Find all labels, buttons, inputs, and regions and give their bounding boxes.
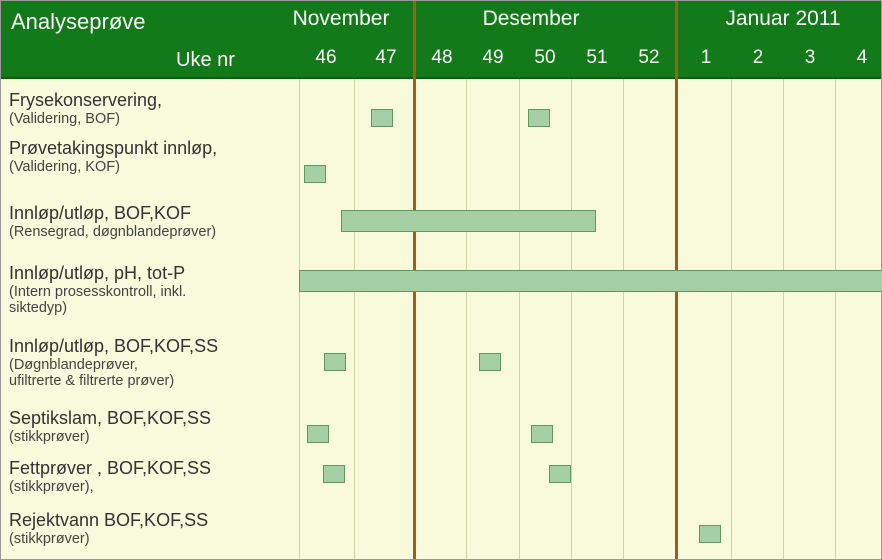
task-row: Septikslam, BOF,KOF,SS(stikkprøver) [9, 409, 881, 445]
task-subtitle: (Døgnblandeprøver, ufiltrerte & filtrert… [9, 357, 881, 390]
task-subtitle: (stikkprøver) [9, 429, 881, 446]
week-label: Uke nr [176, 49, 235, 72]
week-label: 49 [482, 47, 503, 69]
task-title: Innløp/utløp, BOF,KOF,SS [9, 337, 881, 357]
task-title: Rejektvann BOF,KOF,SS [9, 511, 881, 531]
task-row: Prøvetakingspunkt innløp,(Validering, KO… [9, 139, 881, 175]
month-label: November [293, 7, 390, 31]
task-title: Fettprøver , BOF,KOF,SS [9, 459, 881, 479]
chart-title: Analyseprøve [11, 9, 146, 35]
plot-area: Frysekonservering,(Validering, BOF) Prøve… [1, 79, 881, 559]
task-bar [299, 270, 882, 292]
task-bar [528, 109, 550, 127]
week-label: 48 [431, 47, 452, 69]
task-subtitle: (stikkprøver), [9, 479, 881, 496]
gantt-chart: Analyseprøve Uke nr November Desember Janu… [0, 0, 882, 560]
task-bar [323, 465, 345, 483]
month-label: Desember [483, 7, 580, 31]
task-subtitle: (Validering, KOF) [9, 159, 881, 176]
chart-header: Analyseprøve Uke nr November Desember Janu… [1, 1, 881, 79]
task-title: Prøvetakingspunkt innløp, [9, 139, 881, 159]
task-title: Frysekonservering, [9, 91, 881, 111]
week-label: 46 [315, 47, 336, 69]
month-separator [413, 1, 416, 79]
week-label: 1 [701, 47, 712, 69]
week-label: 3 [805, 47, 816, 69]
task-bar [479, 353, 501, 371]
week-label: 2 [753, 47, 764, 69]
week-label: 51 [586, 47, 607, 69]
month-separator [675, 1, 678, 79]
task-row: Innløp/utløp, BOF,KOF,SS(Døgnblandeprøve… [9, 337, 881, 390]
task-bar [549, 465, 571, 483]
task-bar [304, 165, 326, 183]
task-subtitle: (stikkprøver) [9, 531, 881, 548]
month-label: Januar 2011 [725, 7, 840, 31]
task-bar [531, 425, 553, 443]
task-row: Rejektvann BOF,KOF,SS(stikkprøver) [9, 511, 881, 547]
task-bar [324, 353, 346, 371]
task-bar [699, 525, 721, 543]
task-bar [341, 210, 596, 232]
week-label: 52 [638, 47, 659, 69]
task-row: Frysekonservering,(Validering, BOF) [9, 91, 881, 127]
task-title: Septikslam, BOF,KOF,SS [9, 409, 881, 429]
week-label: 50 [534, 47, 555, 69]
task-row: Fettprøver , BOF,KOF,SS(stikkprøver), [9, 459, 881, 495]
week-label: 47 [375, 47, 396, 69]
week-label: 4 [857, 47, 868, 69]
task-bar [371, 109, 393, 127]
task-bar [307, 425, 329, 443]
task-subtitle: (Validering, BOF) [9, 111, 881, 128]
